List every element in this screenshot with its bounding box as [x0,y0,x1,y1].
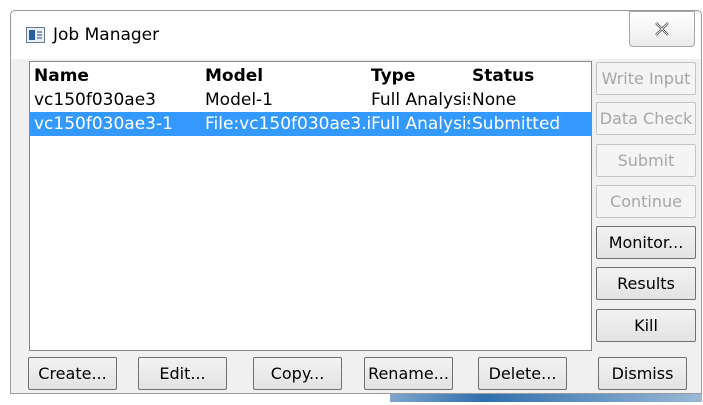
column-header-name[interactable]: Name [34,64,199,88]
write-input-button[interactable]: Write Input [596,62,696,95]
monitor-button[interactable]: Monitor... [596,226,696,259]
dismiss-button[interactable]: Dismiss [598,357,687,390]
job-list[interactable]: Name Model Type Status vc150f030ae3 Mode… [29,61,592,351]
job-status-cell: None [472,90,517,110]
kill-button[interactable]: Kill [596,309,696,342]
app-icon [26,27,45,43]
job-model-cell: File:vc150f030ae3.inp [205,114,371,134]
column-header-status[interactable]: Status [472,64,590,88]
title-bar[interactable]: Job Manager [11,11,701,59]
column-header-model[interactable]: Model [205,64,371,88]
window-title: Job Manager [53,25,160,45]
job-name-cell: vc150f030ae3-1 [34,114,173,134]
data-check-button[interactable]: Data Check [596,102,696,135]
close-button[interactable] [629,11,695,47]
job-status-cell: Submitted [472,114,561,134]
background-window-edge [390,394,702,402]
table-header: Name Model Type Status [30,64,591,88]
column-header-type[interactable]: Type [371,64,470,88]
create-button[interactable]: Create... [28,357,117,390]
results-button[interactable]: Results [596,267,696,300]
table-row-selected[interactable]: vc150f030ae3-1 File:vc150f030ae3.inp Ful… [30,112,591,136]
rename-button[interactable]: Rename... [364,357,453,390]
job-name-cell: vc150f030ae3 [34,90,156,110]
job-model-cell: Model-1 [205,90,273,110]
continue-button[interactable]: Continue [596,185,696,218]
submit-button[interactable]: Submit [596,144,696,177]
job-manager-window: Job Manager Name Model Type Status vc150… [10,10,702,394]
edit-button[interactable]: Edit... [138,357,227,390]
job-type-cell: Full Analysis [371,90,470,110]
table-row[interactable]: vc150f030ae3 Model-1 Full Analysis None [30,88,591,112]
delete-button[interactable]: Delete... [478,357,567,390]
copy-button[interactable]: Copy... [253,357,342,390]
close-icon [655,22,669,36]
job-type-cell: Full Analysis [371,114,470,134]
